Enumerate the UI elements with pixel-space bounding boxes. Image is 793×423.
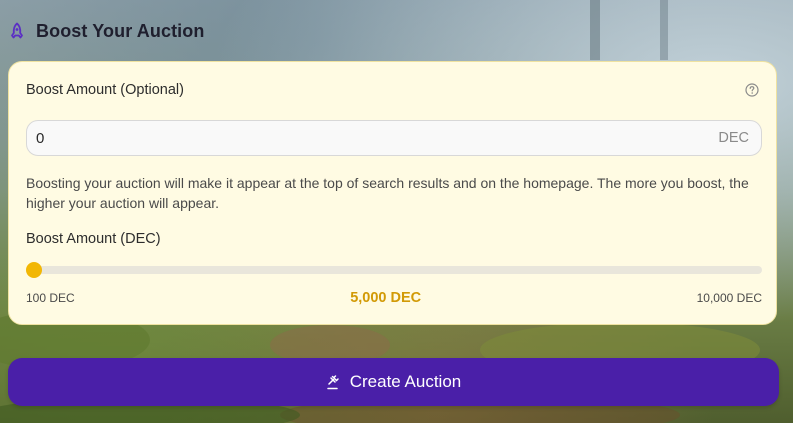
gavel-icon bbox=[326, 374, 342, 390]
boost-amount-label: Boost Amount (Optional) bbox=[26, 82, 184, 98]
boost-card: Boost Amount (Optional) DEC Boosting you… bbox=[8, 61, 777, 325]
slider-range-labels: 100 DEC 5,000 DEC 10,000 DEC bbox=[26, 290, 762, 306]
slider-max-label: 10,000 DEC bbox=[696, 291, 762, 305]
boost-amount-input[interactable] bbox=[36, 129, 719, 147]
boost-amount-field[interactable]: DEC bbox=[26, 120, 762, 156]
create-auction-label: Create Auction bbox=[349, 372, 462, 391]
slider-thumb[interactable] bbox=[26, 262, 42, 278]
create-auction-button[interactable]: Create Auction bbox=[8, 358, 779, 406]
currency-suffix: DEC bbox=[718, 130, 749, 146]
boost-slider[interactable] bbox=[26, 262, 762, 278]
boost-description: Boosting your auction will make it appea… bbox=[26, 175, 749, 211]
section-title: Boost Your Auction bbox=[36, 20, 205, 41]
question-circle-icon[interactable] bbox=[745, 83, 759, 97]
boost-amount-header: Boost Amount (Optional) bbox=[26, 82, 759, 98]
slider-label: Boost Amount (DEC) bbox=[26, 231, 161, 247]
boost-section-header: Boost Your Auction bbox=[8, 18, 204, 44]
rocket-icon bbox=[8, 22, 26, 40]
slider-current-value: 5,000 DEC bbox=[350, 290, 422, 306]
slider-min-label: 100 DEC bbox=[26, 291, 75, 305]
